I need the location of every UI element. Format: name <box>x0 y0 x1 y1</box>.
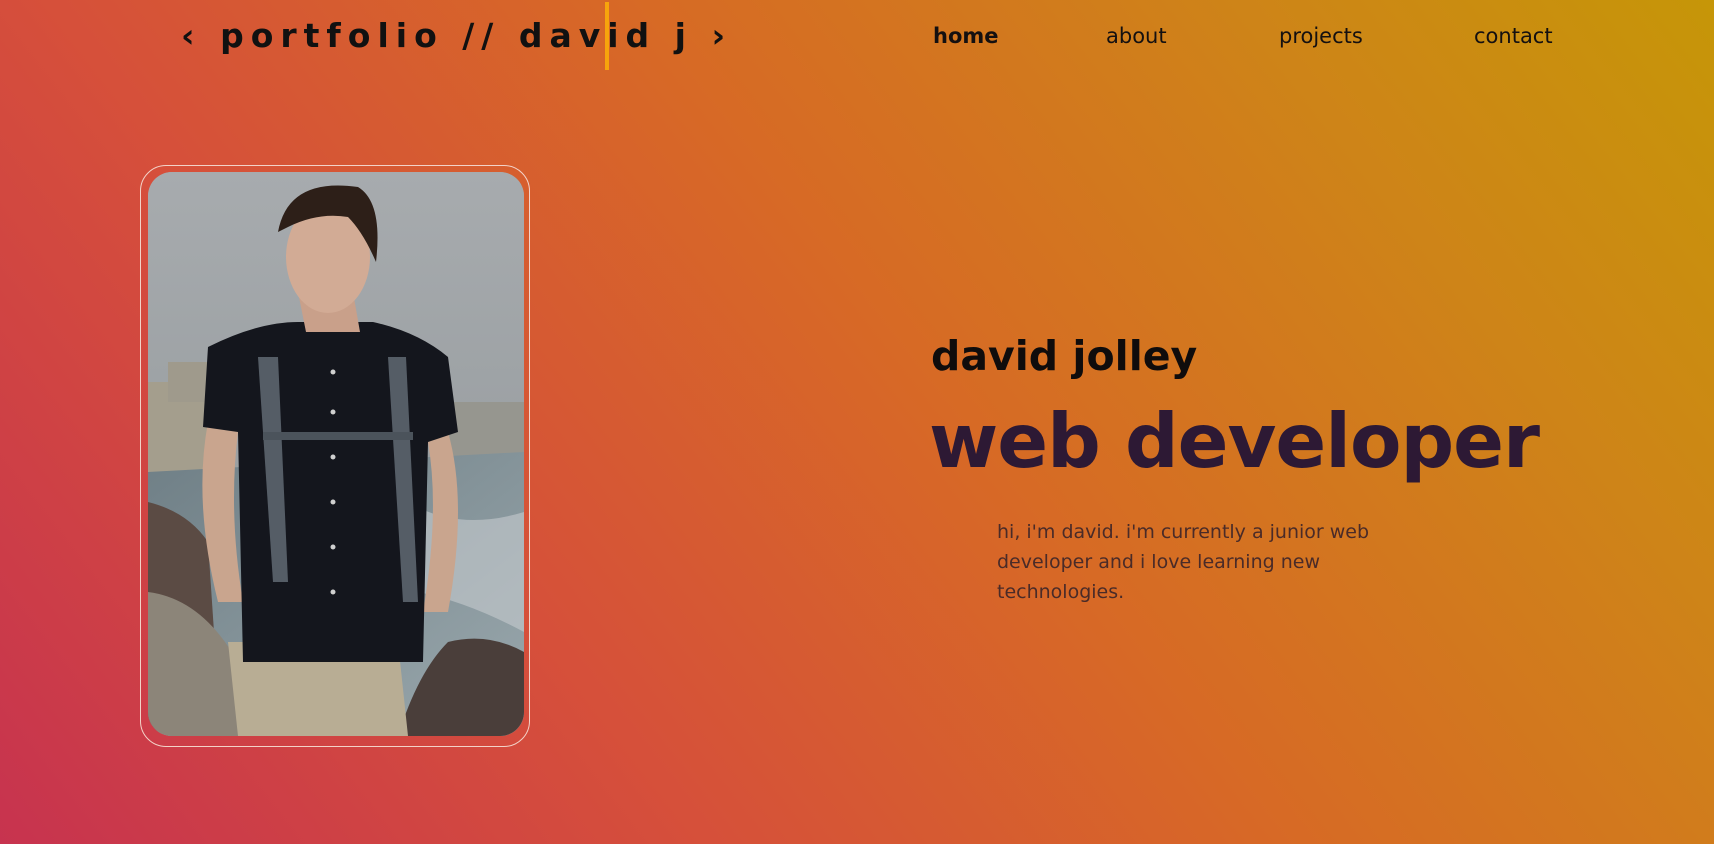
nav-projects-link[interactable]: projects <box>1279 18 1363 54</box>
hero-bio: hi, i'm david. i'm currently a junior we… <box>997 521 1370 603</box>
nav-home-link[interactable]: home <box>933 18 999 54</box>
nav-about-link[interactable]: about <box>1106 18 1167 54</box>
nav-contact-link[interactable]: contact <box>1474 18 1553 54</box>
profile-photo <box>148 172 524 736</box>
hero-name: david jolley <box>931 332 1198 380</box>
hero-role-title: web developer <box>929 397 1540 485</box>
cursor-caret <box>605 2 609 70</box>
site-logo[interactable]: ‹ portfolio // david j › <box>181 14 732 58</box>
